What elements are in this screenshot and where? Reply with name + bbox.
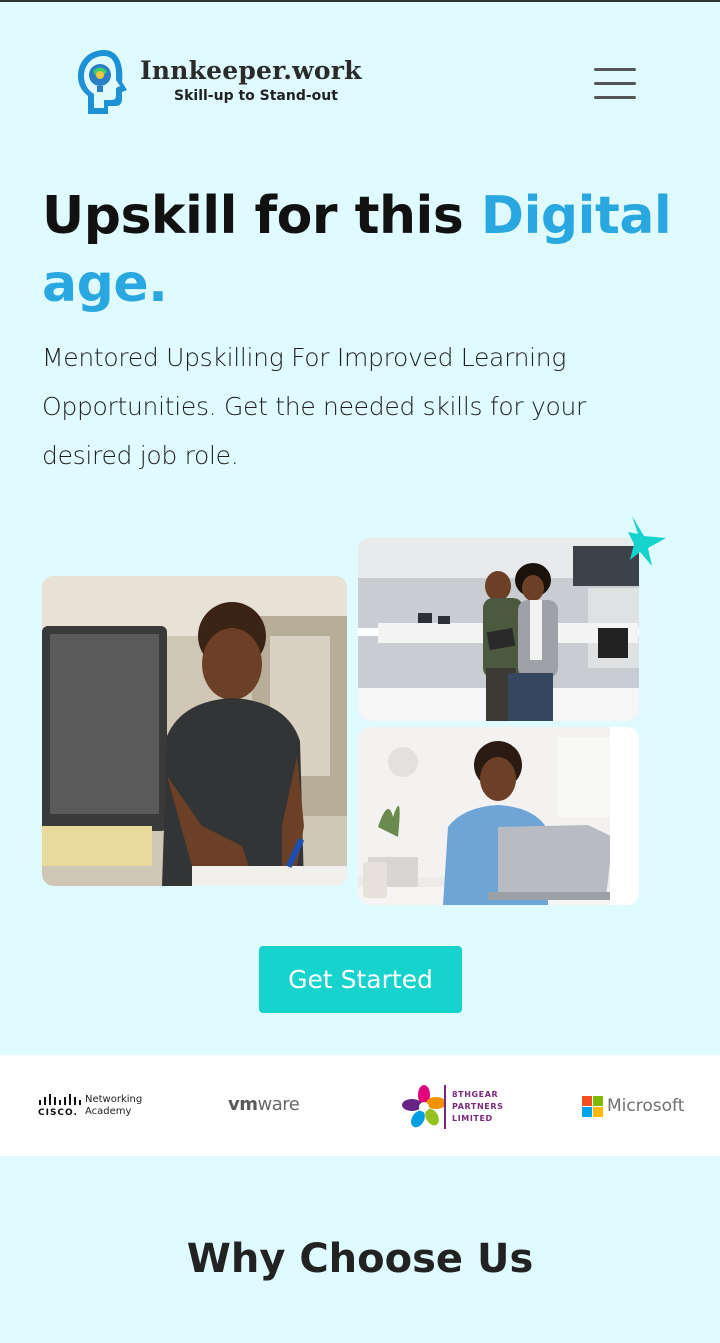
microsoft-wordmark: Microsoft	[607, 1096, 685, 1116]
vmware-ware: ware	[257, 1094, 300, 1115]
microsoft-windows-icon	[582, 1096, 603, 1117]
8thgear-text: 8THGEAR PARTNERS LIMITED	[452, 1089, 503, 1125]
cisco-bars-icon	[39, 1094, 81, 1105]
top-border	[0, 0, 720, 2]
brain-head-logo-icon	[78, 50, 127, 114]
brand-tagline: Skill-up to Stand-out	[174, 88, 338, 104]
vmware-logo[interactable]: vmware	[228, 1094, 300, 1115]
gear-line-3: LIMITED	[452, 1114, 493, 1123]
flower-logo-icon	[402, 1085, 446, 1129]
hero-title-accent-digital: Digital	[480, 186, 672, 246]
hero-title-accent-age: age.	[42, 254, 168, 314]
8thgear-partners-logo[interactable]: 8THGEAR PARTNERS LIMITED	[400, 1079, 510, 1133]
star-icon	[628, 516, 666, 566]
cisco-wordmark: CISCO.	[38, 1108, 78, 1118]
get-started-button[interactable]: Get Started	[259, 946, 462, 1013]
partners-strip: CISCO. Networking Academy vmware 8THGEAR…	[0, 1055, 720, 1156]
cisco-line-1: Networking	[85, 1094, 143, 1105]
hamburger-menu-icon[interactable]	[592, 64, 638, 102]
cisco-networking-text: Networking Academy	[85, 1094, 142, 1118]
hero-title: Upskill for this Digital age.	[42, 182, 682, 318]
brand-name: Innkeeper.work	[140, 56, 362, 85]
cisco-line-2: Academy	[85, 1106, 132, 1117]
hero-subtitle: Mentored Upskilling For Improved Learnin…	[42, 343, 586, 470]
why-choose-us-heading: Why Choose Us	[186, 1236, 534, 1282]
hero-photo-student-writing	[42, 576, 347, 886]
gear-line-1: 8THGEAR	[452, 1090, 499, 1099]
brand-logo[interactable]: Innkeeper.work Skill-up to Stand-out	[74, 46, 374, 120]
vmware-vm: vm	[228, 1094, 258, 1115]
hero-photo-woman-laptop	[358, 727, 639, 905]
cisco-networking-academy-logo[interactable]: CISCO. Networking Academy	[38, 1094, 148, 1122]
hero-photo-colleagues-tablet	[358, 538, 639, 721]
gear-line-2: PARTNERS	[452, 1102, 504, 1111]
hero-title-main: Upskill for this	[42, 186, 481, 246]
